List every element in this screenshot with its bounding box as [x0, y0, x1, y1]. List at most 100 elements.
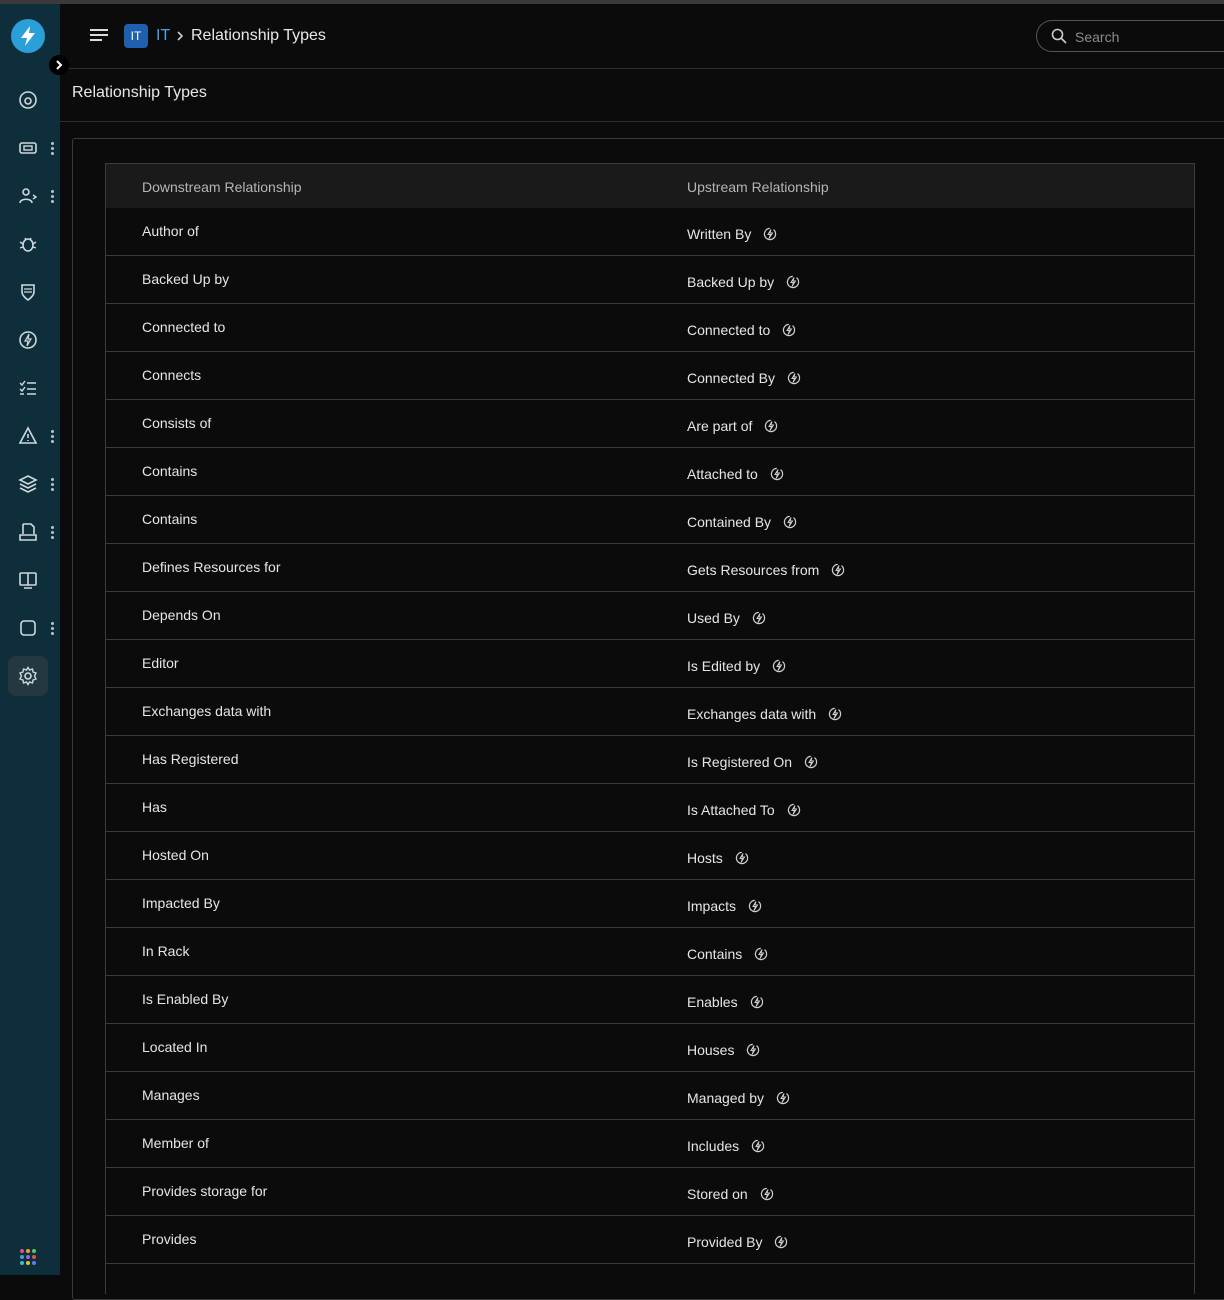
upstream-label: Impacts	[687, 898, 737, 914]
apps-grid-icon[interactable]	[19, 1248, 37, 1266]
document-user-icon	[19, 523, 37, 541]
upstream-cell: Is Edited by	[687, 658, 786, 674]
table-row[interactable]: Backed Up by Backed Up by	[106, 256, 1194, 304]
upstream-cell: Attached to	[687, 466, 784, 482]
app-logo[interactable]	[11, 19, 45, 53]
upstream-cell: Contains	[687, 946, 768, 962]
sidebar-item-document-user[interactable]	[8, 512, 48, 552]
gear-icon	[19, 666, 37, 686]
system-bolt-icon	[754, 947, 768, 961]
table-row[interactable]: Editor Is Edited by	[106, 640, 1194, 688]
checklist-icon	[19, 380, 36, 395]
upstream-label: Used By	[687, 610, 740, 626]
more-vertical-icon[interactable]	[50, 190, 56, 204]
system-bolt-icon	[751, 1139, 765, 1153]
bolt-logo-icon	[21, 26, 35, 46]
alert-icon	[18, 426, 38, 444]
table-row[interactable]: Has Is Attached To	[106, 784, 1194, 832]
square-icon	[20, 620, 36, 636]
search-input[interactable]	[1073, 26, 1224, 48]
system-bolt-icon	[831, 563, 845, 577]
downstream-cell: In Rack	[142, 943, 190, 959]
table-row[interactable]	[106, 1264, 1194, 1294]
more-vertical-icon[interactable]	[50, 478, 56, 492]
table-row[interactable]: Hosted On Hosts	[106, 832, 1194, 880]
upstream-label: Contained By	[687, 514, 772, 530]
search-box[interactable]	[1036, 20, 1224, 52]
more-vertical-icon[interactable]	[50, 526, 56, 540]
more-vertical-icon[interactable]	[50, 142, 56, 156]
bug-icon	[19, 237, 37, 252]
upstream-cell: Are part of	[687, 418, 778, 434]
upstream-cell: Is Registered On	[687, 754, 818, 770]
sidebar-item-bolt[interactable]	[8, 320, 48, 360]
more-vertical-icon[interactable]	[50, 430, 56, 444]
sidebar-item-dashboard[interactable]	[8, 80, 48, 120]
table-row[interactable]: Manages Managed by	[106, 1072, 1194, 1120]
system-bolt-icon	[735, 851, 749, 865]
table-row[interactable]: Author of Written By	[106, 208, 1194, 256]
table-row[interactable]: Depends On Used By	[106, 592, 1194, 640]
downstream-cell: Hosted On	[142, 847, 209, 863]
hamburger-menu-icon[interactable]	[90, 28, 108, 42]
upstream-label: Are part of	[687, 418, 753, 434]
sidebar-item-shield[interactable]	[8, 272, 48, 312]
table-row[interactable]: Consists of Are part of	[106, 400, 1194, 448]
system-bolt-icon	[782, 323, 796, 337]
upstream-cell: Used By	[687, 610, 766, 626]
dashboard-icon	[19, 91, 37, 109]
table-row[interactable]: Has Registered Is Registered On	[106, 736, 1194, 784]
breadcrumb-link-it[interactable]: IT	[156, 27, 170, 45]
user-exchange-icon	[19, 188, 38, 204]
downstream-cell: Has Registered	[142, 751, 239, 767]
column-header-upstream[interactable]: Upstream Relationship	[687, 179, 829, 195]
system-bolt-icon	[776, 1091, 790, 1105]
table-row[interactable]: Defines Resources for Gets Resources from	[106, 544, 1194, 592]
table-row[interactable]: Connects Connected By	[106, 352, 1194, 400]
table-row[interactable]: Located In Houses	[106, 1024, 1194, 1072]
upstream-label: Hosts	[687, 850, 723, 866]
upstream-cell: Connected By	[687, 370, 801, 386]
sidebar-item-layers[interactable]	[8, 464, 48, 504]
upstream-cell: Includes	[687, 1138, 765, 1154]
table-row[interactable]: Is Enabled By Enables	[106, 976, 1194, 1024]
sidebar-item-checklist[interactable]	[8, 368, 48, 408]
system-bolt-icon	[787, 803, 801, 817]
sidebar-item-ticket[interactable]	[8, 128, 48, 168]
table-row[interactable]: Connected to Connected to	[106, 304, 1194, 352]
table-row[interactable]: Provides Provided By	[106, 1216, 1194, 1264]
shield-icon	[21, 284, 35, 301]
sidebar-item-bug[interactable]	[8, 224, 48, 264]
column-header-downstream[interactable]: Downstream Relationship	[142, 179, 302, 195]
top-header: IT IT Relationship Types	[60, 4, 1224, 69]
downstream-cell: Connected to	[142, 319, 226, 335]
sidebar-item-user-exchange[interactable]	[8, 176, 48, 216]
downstream-cell: Impacted By	[142, 895, 220, 911]
table-row[interactable]: Exchanges data with Exchanges data with	[106, 688, 1194, 736]
upstream-cell: Hosts	[687, 850, 749, 866]
sidebar-item-gear[interactable]	[8, 656, 48, 696]
upstream-label: Stored on	[687, 1186, 748, 1202]
sidebar-item-square[interactable]	[8, 608, 48, 648]
sidebar-item-alert[interactable]	[8, 416, 48, 456]
table-row[interactable]: Impacted By Impacts	[106, 880, 1194, 928]
sidebar-item-book[interactable]	[8, 560, 48, 600]
bolt-icon	[19, 331, 37, 349]
upstream-cell: Connected to	[687, 322, 796, 338]
table-row[interactable]: Contains Contained By	[106, 496, 1194, 544]
upstream-cell: Impacts	[687, 898, 762, 914]
table-row[interactable]: Contains Attached to	[106, 448, 1194, 496]
table-row[interactable]: Provides storage for Stored on	[106, 1168, 1194, 1216]
sidebar-expand-button[interactable]	[49, 55, 69, 75]
upstream-label: Is Registered On	[687, 754, 793, 770]
table-row[interactable]: In Rack Contains	[106, 928, 1194, 976]
upstream-cell: Managed by	[687, 1090, 790, 1106]
downstream-cell: Has	[142, 799, 167, 815]
system-bolt-icon	[786, 275, 800, 289]
upstream-cell: Enables	[687, 994, 764, 1010]
chevron-right-icon	[177, 31, 184, 41]
upstream-label: Contains	[687, 946, 743, 962]
table-row[interactable]: Member of Includes	[106, 1120, 1194, 1168]
more-vertical-icon[interactable]	[50, 622, 56, 636]
upstream-label: Exchanges data with	[687, 706, 817, 722]
